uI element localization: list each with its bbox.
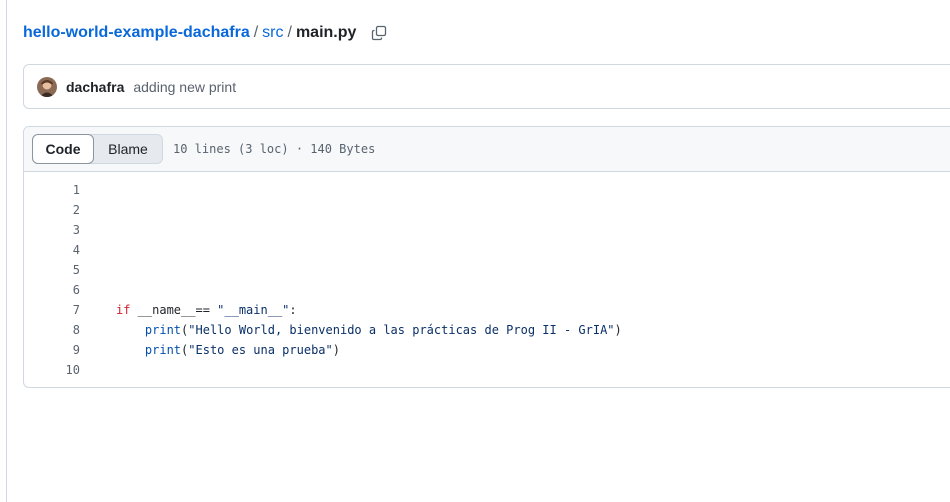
line-number[interactable]: 7 [24, 303, 80, 317]
line-number[interactable]: 10 [24, 363, 80, 377]
code-line: 2 [24, 200, 950, 220]
avatar[interactable] [37, 76, 57, 97]
breadcrumb: hello-world-example-dachafra / src / mai… [23, 21, 388, 45]
string-token: "Hello World, bienvenido a las prácticas… [188, 323, 615, 337]
line-number[interactable]: 5 [24, 263, 80, 277]
tab-blame[interactable]: Blame [94, 135, 162, 163]
code-line: 10 [24, 360, 950, 380]
code-line: 1 [24, 180, 950, 200]
line-content: print("Esto es una prueba") [80, 343, 340, 357]
copy-path-button[interactable] [370, 24, 388, 42]
code-line: 6 [24, 280, 950, 300]
line-number[interactable]: 4 [24, 243, 80, 257]
code-line: 8 print("Hello World, bienvenido a las p… [24, 320, 950, 340]
file-viewer: Code Blame 10 lines (3 loc) · 140 Bytes … [23, 126, 950, 388]
function-token: print [144, 343, 182, 357]
code-token: __name__== [130, 303, 218, 317]
code-token: : [289, 303, 297, 317]
line-number[interactable]: 1 [24, 183, 80, 197]
line-number[interactable]: 8 [24, 323, 80, 337]
line-number[interactable]: 2 [24, 203, 80, 217]
file-header: Code Blame 10 lines (3 loc) · 140 Bytes [24, 127, 950, 172]
breadcrumb-repo-link[interactable]: hello-world-example-dachafra [23, 24, 250, 42]
breadcrumb-folder-link[interactable]: src [262, 24, 283, 42]
line-content: print("Hello World, bienvenido a las prá… [80, 323, 622, 337]
line-number[interactable]: 6 [24, 283, 80, 297]
file-stats: 10 lines (3 loc) · 140 Bytes [173, 142, 376, 156]
keyword-token: if [116, 303, 131, 317]
function-token: print [144, 323, 182, 337]
code-line: 5 [24, 260, 950, 280]
commit-message-link[interactable]: adding new print [133, 79, 236, 95]
line-number[interactable]: 9 [24, 343, 80, 357]
tab-code[interactable]: Code [32, 134, 94, 164]
breadcrumb-current-file: main.py [295, 24, 357, 41]
commit-author-link[interactable]: dachafra [66, 79, 124, 95]
code-line: 4 [24, 240, 950, 260]
breadcrumb-separator: / [287, 24, 292, 41]
code-token: ) [332, 343, 340, 357]
breadcrumb-separator: / [253, 24, 259, 41]
code-token: ) [614, 323, 622, 337]
code-line: 7 if __name__== "__main__": [24, 300, 950, 320]
code-line: 3 [24, 220, 950, 240]
line-number[interactable]: 3 [24, 223, 80, 237]
view-mode-toggle: Code Blame [32, 134, 163, 164]
string-token: "__main__" [217, 303, 290, 317]
page-left-border [6, 0, 7, 502]
latest-commit-bar: dachafra adding new print [23, 64, 950, 109]
copy-icon [372, 25, 387, 41]
code-view[interactable]: 1 2 3 4 5 6 7 if __name__== "__main__": 8… [24, 172, 950, 380]
string-token: "Esto es una prueba" [188, 343, 333, 357]
line-content: if __name__== "__main__": [80, 303, 297, 317]
code-line: 9 print("Esto es una prueba") [24, 340, 950, 360]
